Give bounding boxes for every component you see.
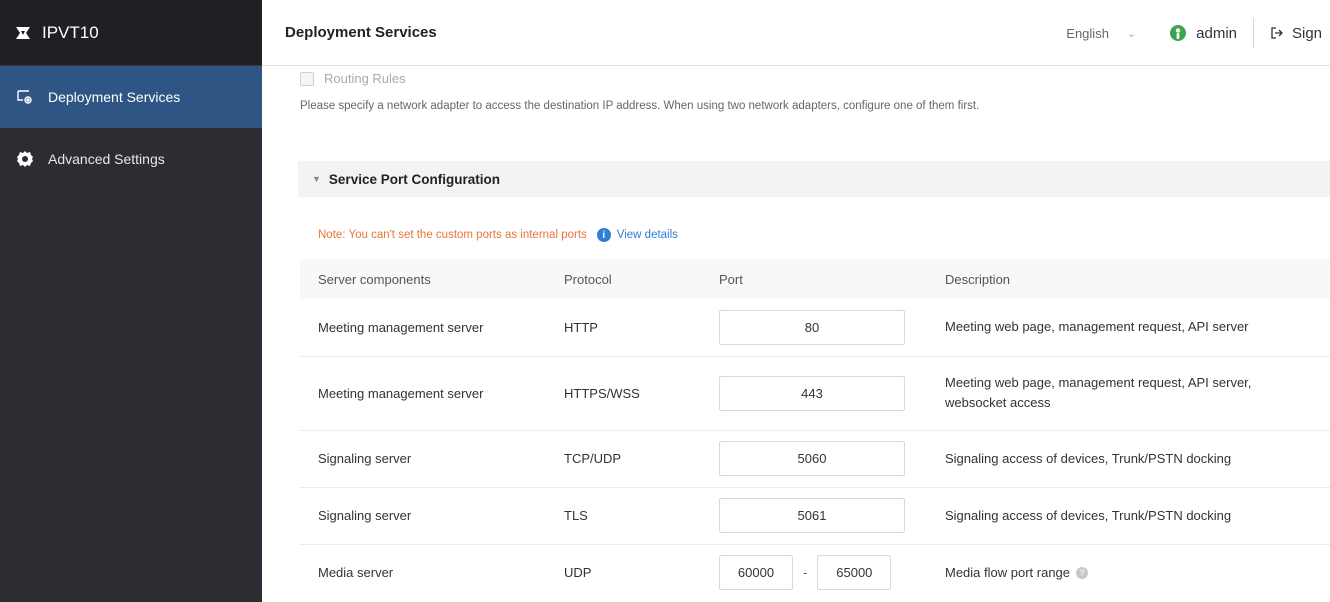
sidebar-item-label: Advanced Settings — [48, 151, 165, 167]
port-input[interactable]: 443 — [719, 375, 905, 411]
view-details-link[interactable]: View details — [617, 229, 678, 241]
main-content: Routing Rules Please specify a network a… — [262, 66, 1330, 602]
brand-name: IPVT10 — [42, 22, 99, 42]
cell-description: Signaling access of devices, Trunk/PSTN … — [927, 487, 1330, 545]
routing-rules-label: Routing Rules — [324, 71, 406, 86]
routing-rules-row: Routing Rules — [300, 71, 406, 86]
app-logo-icon — [14, 24, 32, 42]
cell-description: Meeting web page, management request, AP… — [927, 299, 1330, 357]
cell-component: Signaling server — [300, 487, 546, 545]
col-port: Port — [701, 259, 927, 299]
port-input[interactable]: 80 — [719, 309, 905, 345]
routing-hint: Please specify a network adapter to acce… — [300, 100, 980, 112]
brand-header: IPVT10 — [0, 0, 262, 66]
cell-protocol: TCP/UDP — [546, 430, 701, 488]
cell-protocol: TLS — [546, 487, 701, 545]
cell-port: 443 — [701, 356, 927, 431]
sign-out-button[interactable]: Sign — [1270, 25, 1330, 42]
collapse-triangle-icon: ▼ — [312, 174, 321, 184]
cell-protocol: HTTPS/WSS — [546, 356, 701, 431]
routing-rules-checkbox[interactable] — [300, 71, 314, 86]
divider — [1253, 18, 1254, 48]
info-icon: i — [596, 228, 611, 242]
port-input[interactable]: 5061 — [719, 498, 905, 533]
cell-port: 5060 — [701, 430, 927, 488]
cell-description: Meeting web page, management request, AP… — [927, 356, 1330, 431]
cell-component: Meeting management server — [300, 299, 546, 357]
cell-component: Meeting management server — [300, 356, 546, 431]
table-row: Meeting management server HTTP 80 Meetin… — [300, 299, 1330, 357]
port-range: 60000 - 65000 — [719, 555, 927, 591]
description-text: Media flow port range — [945, 564, 1071, 580]
note-text: Note: You can't set the custom ports as … — [318, 229, 587, 241]
help-icon[interactable]: ? — [1076, 567, 1089, 580]
language-value: English — [1066, 25, 1109, 41]
table-row: Media server UDP 60000 - 65000 Media flo… — [300, 544, 1330, 601]
cell-description: Media flow port range? — [927, 544, 1330, 601]
port-table: Server components Protocol Port Descript… — [300, 259, 1330, 601]
table-row: Signaling server TCP/UDP 5060 Signaling … — [300, 430, 1330, 488]
sign-out-label: Sign — [1292, 24, 1323, 42]
cell-port: 80 — [701, 299, 927, 357]
page-title: Deployment Services — [285, 24, 437, 41]
username: admin — [1196, 24, 1237, 42]
cell-protocol: HTTP — [546, 299, 701, 357]
top-bar-actions: English ⌄ admin Sign — [1066, 0, 1330, 66]
gear-icon — [16, 150, 34, 168]
cell-component: Media server — [318, 565, 394, 581]
port-range-from-input[interactable]: 60000 — [719, 555, 793, 591]
monitor-gear-icon — [16, 88, 34, 106]
table-header-row: Server components Protocol Port Descript… — [300, 259, 1330, 299]
user-menu[interactable]: admin — [1170, 25, 1237, 42]
col-server-components: Server components — [300, 259, 546, 299]
sidebar-item-label: Deployment Services — [48, 89, 181, 105]
user-avatar-icon — [1170, 25, 1187, 41]
section-title: Service Port Configuration — [328, 171, 500, 187]
col-protocol: Protocol — [546, 259, 701, 299]
table-row: Meeting management server HTTPS/WSS 443 … — [300, 356, 1330, 431]
cell-port: 5061 — [701, 487, 927, 545]
cell-description: Signaling access of devices, Trunk/PSTN … — [927, 430, 1330, 488]
port-input[interactable]: 5060 — [719, 441, 905, 476]
cell-port: 60000 - 65000 — [701, 544, 927, 601]
sidebar-item-advanced-settings[interactable]: Advanced Settings — [0, 128, 262, 190]
chevron-down-icon: ⌄ — [1126, 27, 1137, 40]
note-row: Note: You can't set the custom ports as … — [318, 228, 678, 242]
sidebar: IPVT10 Deployment Services Advanced Sett… — [0, 0, 262, 602]
cell-component: Signaling server — [300, 430, 546, 488]
sign-out-icon — [1270, 26, 1284, 40]
cell-protocol: UDP — [564, 565, 592, 581]
range-separator: - — [803, 565, 808, 581]
sidebar-item-deployment-services[interactable]: Deployment Services — [0, 66, 262, 128]
top-bar: Deployment Services English ⌄ admin Sign — [262, 0, 1330, 66]
section-service-port-configuration[interactable]: ▼ Service Port Configuration — [298, 161, 1330, 197]
language-select[interactable]: English ⌄ — [1066, 26, 1136, 41]
col-description: Description — [927, 259, 1330, 299]
port-range-to-input[interactable]: 65000 — [817, 555, 892, 591]
table-row: Signaling server TLS 5061 Signaling acce… — [300, 487, 1330, 545]
